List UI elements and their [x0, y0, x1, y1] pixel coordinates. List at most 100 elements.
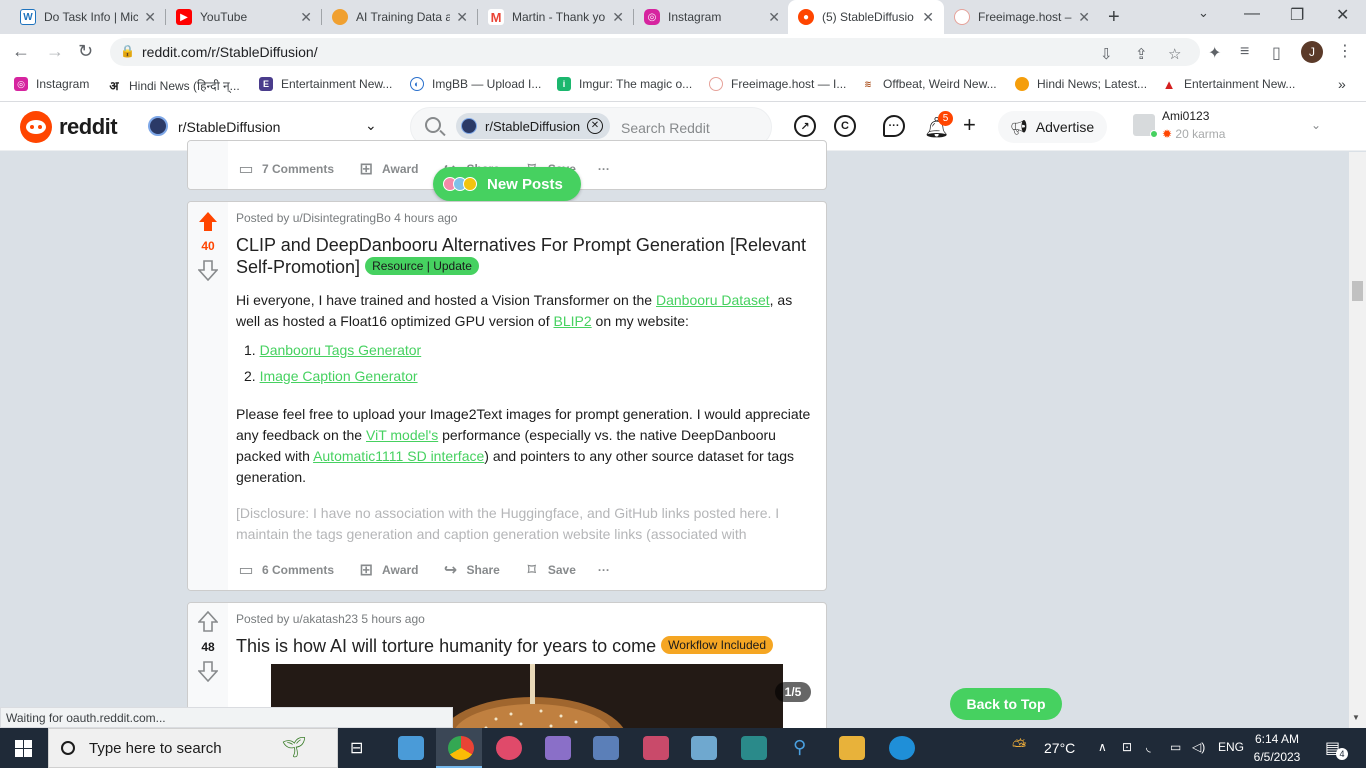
profile-avatar[interactable]: J: [1301, 41, 1323, 63]
award-button[interactable]: ⊞ Award: [356, 160, 418, 178]
system-clock[interactable]: 6:14 AM 6/5/2023: [1247, 730, 1307, 766]
browser-tab-active[interactable]: ● (5) StableDiffusio ✕: [788, 0, 944, 34]
bookmark-item[interactable]: Hindi News; Latest...: [1015, 77, 1147, 91]
menu-icon[interactable]: ⋮: [1337, 41, 1353, 61]
bookmark-item[interactable]: Freeimage.host — I...: [709, 77, 846, 91]
downvote-icon[interactable]: [198, 259, 218, 281]
close-tab-icon[interactable]: ✕: [1078, 9, 1090, 26]
close-tab-icon[interactable]: ✕: [456, 9, 468, 26]
app-icon[interactable]: [593, 736, 619, 760]
chat-icon[interactable]: ···: [883, 115, 905, 137]
install-app-icon[interactable]: ⇩: [1100, 45, 1113, 63]
post-card[interactable]: 40 Posted by u/DisintegratingBo 4 hours …: [187, 201, 827, 591]
extensions-icon[interactable]: ✦: [1208, 43, 1221, 63]
close-tab-icon[interactable]: ✕: [768, 9, 780, 26]
battery-icon[interactable]: ▭: [1170, 740, 1181, 754]
chrome-icon[interactable]: [448, 736, 474, 760]
clear-chip-icon[interactable]: ✕: [587, 118, 603, 134]
reddit-logo-icon[interactable]: [20, 111, 52, 143]
page-scrollbar[interactable]: [1349, 152, 1366, 728]
share-button[interactable]: ↪ Share: [441, 561, 500, 579]
bookmark-item[interactable]: ◎ Instagram: [14, 77, 89, 91]
edge-icon[interactable]: [889, 736, 915, 760]
browser-tab[interactable]: W Do Task Info | Mic ✕: [10, 0, 166, 34]
post-meta[interactable]: Posted by u/DisintegratingBo 4 hours ago: [236, 211, 457, 225]
forward-icon[interactable]: →: [46, 41, 64, 62]
search-input[interactable]: Search Reddit: [621, 120, 710, 136]
url-text[interactable]: reddit.com/r/StableDiffusion/: [142, 44, 318, 60]
close-tab-icon[interactable]: ✕: [612, 9, 624, 26]
body-link[interactable]: Danbooru Dataset: [656, 292, 770, 308]
bookmark-item[interactable]: i Imgur: The magic o...: [557, 77, 692, 91]
post-flair[interactable]: Workflow Included: [661, 636, 773, 654]
new-tab-icon[interactable]: +: [1108, 6, 1120, 29]
award-button[interactable]: ⊞ Award: [356, 561, 418, 579]
comments-button[interactable]: ▭ 6 Comments: [236, 561, 334, 579]
search-community-chip[interactable]: r/StableDiffusion ✕: [456, 113, 610, 139]
app-icon[interactable]: [741, 736, 767, 760]
browser-tab[interactable]: ▶ YouTube ✕: [166, 0, 322, 34]
language-indicator[interactable]: ENG: [1218, 740, 1244, 754]
taskbar-search-box[interactable]: Type here to search 🌱︎: [48, 728, 338, 768]
bookmark-item[interactable]: ◐ ImgBB — Upload I...: [410, 77, 541, 91]
close-window-icon[interactable]: ✕: [1336, 5, 1349, 25]
upvote-icon[interactable]: [198, 611, 218, 633]
user-menu-chevron-icon[interactable]: ⌄: [1311, 118, 1321, 132]
weather-icon[interactable]: ⛅︎: [1012, 736, 1026, 757]
post-title-text[interactable]: CLIP and DeepDanbooru Alternatives For P…: [236, 235, 806, 277]
community-selector[interactable]: r/StableDiffusion: [178, 119, 280, 135]
body-link[interactable]: Automatic1111 SD interface: [313, 448, 484, 464]
address-bar[interactable]: 🔒 reddit.com/r/StableDiffusion/ ⇩ ⇪ ☆: [110, 38, 1200, 66]
close-tab-icon[interactable]: ✕: [144, 9, 156, 26]
popular-icon[interactable]: ↗: [794, 115, 816, 137]
bookmark-item[interactable]: E Entertainment New...: [259, 77, 392, 91]
windows-start-icon[interactable]: [15, 740, 32, 757]
upvote-icon[interactable]: [198, 211, 218, 233]
file-explorer-app-icon[interactable]: [398, 736, 424, 760]
comments-button[interactable]: ▭ 7 Comments: [236, 160, 334, 178]
new-posts-button[interactable]: New Posts: [433, 167, 581, 201]
show-hidden-icons-icon[interactable]: ∧: [1098, 740, 1107, 754]
browser-tab[interactable]: AI Training Data a ✕: [322, 0, 478, 34]
scroll-down-arrow-icon[interactable]: ▼: [1352, 713, 1360, 722]
post-title[interactable]: This is how AI will torture humanity for…: [236, 635, 821, 657]
more-bookmarks-icon[interactable]: »: [1338, 76, 1346, 92]
app-icon[interactable]: [643, 736, 669, 760]
more-options-icon[interactable]: ···: [598, 162, 610, 176]
close-tab-icon[interactable]: ✕: [922, 9, 934, 26]
task-view-icon[interactable]: ⊟: [350, 738, 363, 758]
chevron-down-icon[interactable]: ⌄: [365, 117, 377, 134]
lock-icon[interactable]: 🔒: [120, 44, 135, 58]
bookmark-item[interactable]: अ Hindi News (हिन्दी न्...: [107, 77, 240, 94]
browser-tab[interactable]: ◎ Instagram ✕: [634, 0, 790, 34]
body-link[interactable]: ViT model's: [366, 427, 438, 443]
advertise-button[interactable]: 📢︎ Advertise: [998, 111, 1107, 143]
back-icon[interactable]: ←: [12, 41, 30, 62]
post-title[interactable]: CLIP and DeepDanbooru Alternatives For P…: [236, 234, 821, 278]
bookmark-star-icon[interactable]: ☆: [1168, 45, 1181, 63]
reading-list-icon[interactable]: ≡: [1240, 43, 1249, 61]
downvote-icon[interactable]: [198, 660, 218, 682]
search-app-icon[interactable]: ⚲: [793, 737, 806, 758]
paint-icon[interactable]: [545, 736, 571, 760]
wifi-icon[interactable]: ◟: [1146, 740, 1151, 754]
tray-app-icon[interactable]: ⊡: [1122, 740, 1132, 754]
scrollbar-thumb[interactable]: [1352, 281, 1363, 301]
post-title-text[interactable]: This is how AI will torture humanity for…: [236, 636, 656, 656]
body-link[interactable]: Danbooru Tags Generator: [260, 342, 422, 358]
restore-icon[interactable]: ❐: [1290, 5, 1304, 25]
bookmark-item[interactable]: ≋ Offbeat, Weird New...: [861, 77, 997, 91]
reddit-wordmark[interactable]: reddit: [59, 114, 118, 140]
folder-icon[interactable]: [839, 736, 865, 760]
username[interactable]: Ami0123: [1162, 109, 1209, 123]
side-panel-icon[interactable]: ▯: [1272, 43, 1281, 63]
post-flair[interactable]: Resource | Update: [365, 257, 479, 275]
more-options-icon[interactable]: ···: [598, 563, 610, 577]
browser-tab[interactable]: M Martin - Thank yo ✕: [478, 0, 634, 34]
volume-icon[interactable]: ◁): [1192, 740, 1205, 754]
bookmark-item[interactable]: ▲ Entertainment New...: [1162, 77, 1295, 92]
post-meta[interactable]: Posted by u/akatash23 5 hours ago: [236, 612, 425, 626]
browser-tab[interactable]: Freeimage.host – ✕: [944, 0, 1100, 34]
body-link[interactable]: BLIP2: [554, 313, 592, 329]
minimize-icon[interactable]: —: [1244, 5, 1260, 23]
